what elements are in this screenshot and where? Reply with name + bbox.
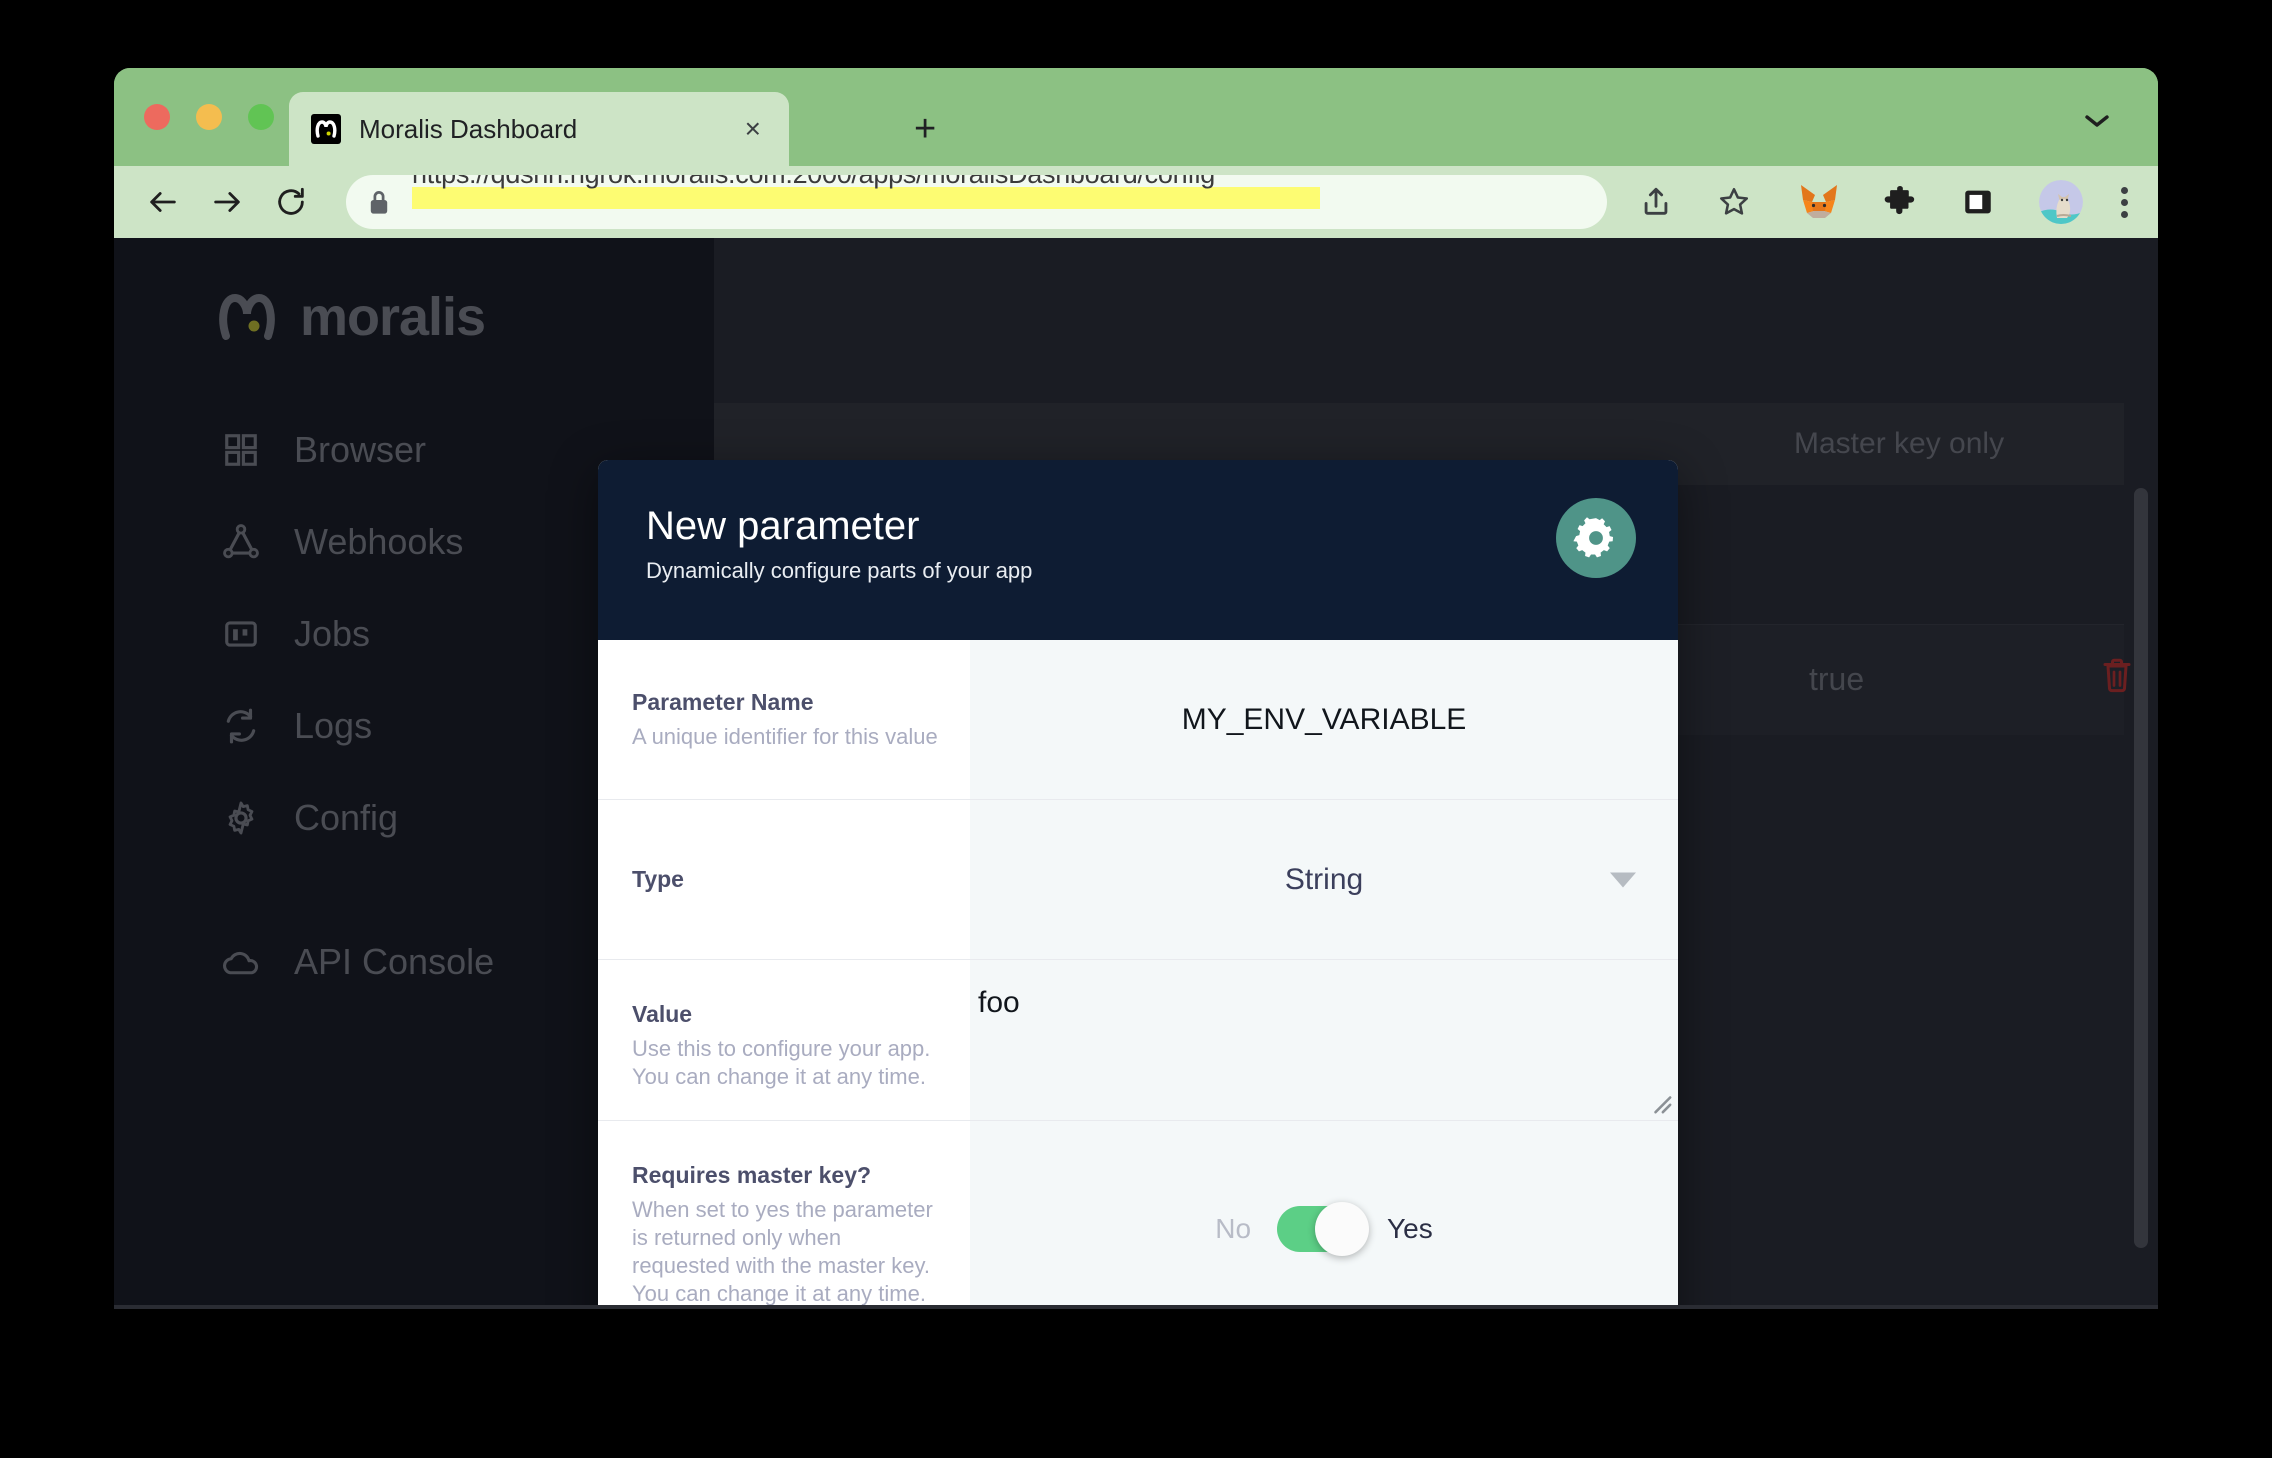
gear-icon — [1556, 498, 1636, 578]
field-help-text: A unique identifier for this value — [632, 723, 938, 749]
field-label: Requires master key? — [632, 1162, 872, 1188]
modal-overlay: New parameter Dynamically configure part… — [114, 238, 2158, 1308]
lock-icon — [368, 189, 390, 215]
close-icon[interactable]: × — [739, 115, 767, 143]
profile-avatar-icon[interactable] — [2039, 180, 2083, 224]
moralis-logo-icon — [311, 114, 341, 144]
toggle-label-no: No — [1215, 1212, 1252, 1244]
input-value: MY_ENV_VARIABLE — [1181, 702, 1467, 736]
reload-icon[interactable] — [274, 185, 308, 219]
type-select[interactable]: String — [970, 800, 1678, 959]
browser-window: Moralis Dashboard × + moralis Browser We… — [114, 68, 2158, 1308]
browser-tabstrip: Moralis Dashboard × + — [114, 68, 2158, 166]
browser-toolbar: https://qdsnh.ngrok.moralis.com:2000/app… — [114, 166, 2158, 238]
page-viewport: moralis Browser Webhooks Jobs Logs Confi… — [114, 238, 2158, 1308]
modal-subtitle: Dynamically configure parts of your app — [646, 558, 1033, 583]
window-traffic-lights — [144, 104, 274, 130]
toggle-label-yes: Yes — [1387, 1212, 1433, 1244]
field-value: Value Use this to configure your app. Yo… — [598, 960, 1678, 1121]
back-arrow-icon[interactable] — [146, 185, 180, 219]
minimize-window-button[interactable] — [196, 104, 222, 130]
field-label: Value — [632, 1001, 693, 1027]
field-label-block: Requires master key? When set to yes the… — [598, 1121, 970, 1308]
side-panel-icon[interactable] — [1961, 185, 1995, 219]
master-key-toggle-cell: No Yes — [970, 1121, 1678, 1308]
address-bar[interactable]: https://qdsnh.ngrok.moralis.com:2000/app… — [346, 175, 1607, 229]
field-label: Type — [632, 866, 684, 893]
maximize-window-button[interactable] — [248, 104, 274, 130]
modal-title: New parameter — [646, 504, 920, 548]
field-label-block: Value Use this to configure your app. Yo… — [598, 960, 970, 1120]
modal-header: New parameter Dynamically configure part… — [598, 460, 1678, 640]
extensions-puzzle-icon[interactable] — [1883, 185, 1917, 219]
select-value: String — [1284, 862, 1364, 896]
share-icon[interactable] — [1639, 185, 1673, 219]
field-help-text: When set to yes the parameter is returne… — [632, 1196, 933, 1307]
requires-master-key-toggle[interactable] — [1277, 1201, 1370, 1256]
resize-handle-icon[interactable] — [1650, 1092, 1672, 1114]
field-type: Type String — [598, 800, 1678, 960]
close-window-button[interactable] — [144, 104, 170, 130]
kebab-menu-icon[interactable] — [2121, 186, 2128, 218]
window-bottom-edge — [114, 1305, 2158, 1309]
tab-title: Moralis Dashboard — [359, 113, 578, 144]
url-text-wrap: https://qdsnh.ngrok.moralis.com:2000/app… — [412, 175, 1585, 229]
bookmark-star-icon[interactable] — [1717, 185, 1751, 219]
new-parameter-modal: New parameter Dynamically configure part… — [598, 460, 1678, 1308]
field-label-block: Parameter Name A unique identifier for t… — [598, 640, 970, 799]
browser-tab[interactable]: Moralis Dashboard × — [289, 92, 789, 166]
field-requires-master-key: Requires master key? When set to yes the… — [598, 1121, 1678, 1308]
forward-arrow-icon[interactable] — [210, 185, 244, 219]
toggle-knob — [1315, 1201, 1370, 1256]
field-label-block: Type — [598, 800, 970, 959]
chevron-down-icon[interactable] — [2084, 114, 2110, 128]
url-highlight-marker — [412, 187, 1320, 209]
parameter-name-input[interactable]: MY_ENV_VARIABLE — [970, 640, 1678, 799]
value-textarea[interactable]: foo — [970, 960, 1678, 1120]
url-text: https://qdsnh.ngrok.moralis.com:2000/app… — [412, 175, 1215, 190]
metamask-fox-icon[interactable] — [1799, 183, 1839, 221]
field-parameter-name: Parameter Name A unique identifier for t… — [598, 640, 1678, 800]
new-tab-button[interactable]: + — [914, 110, 936, 148]
field-label: Parameter Name — [632, 689, 814, 716]
textarea-value: foo — [978, 986, 1020, 1019]
field-help-text: Use this to configure your app. You can … — [632, 1035, 931, 1089]
chevron-down-icon — [1610, 872, 1636, 887]
